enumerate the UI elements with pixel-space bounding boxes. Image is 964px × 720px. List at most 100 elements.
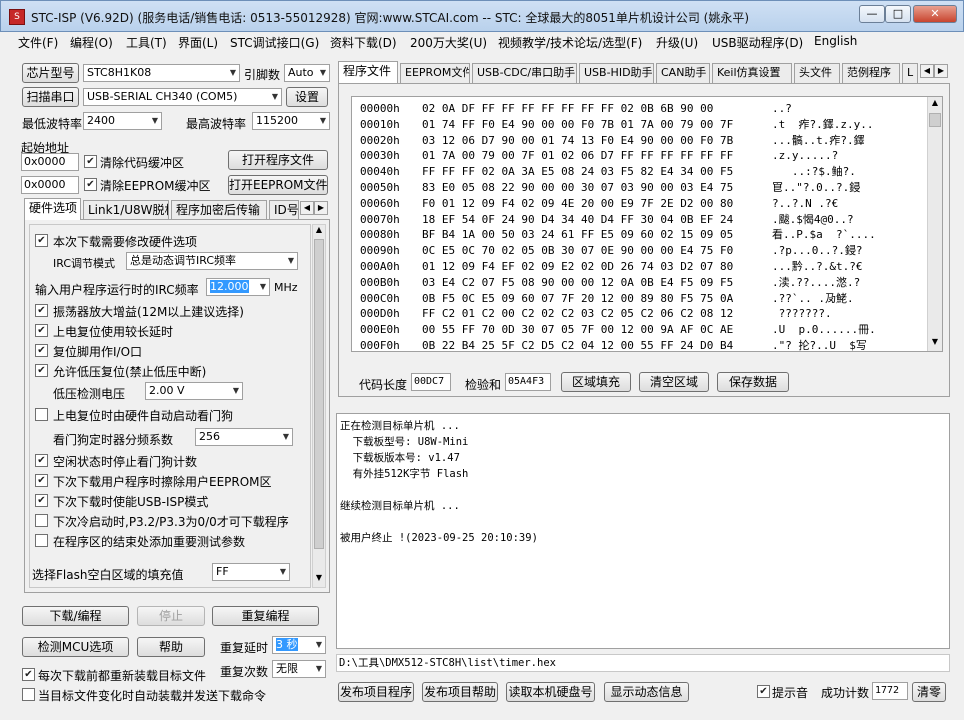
eeprom-start-address-input[interactable]: 0x0000 xyxy=(21,176,79,194)
tab-link1-offline[interactable]: Link1/U8W脱机 xyxy=(83,200,169,220)
code-start-address-input[interactable]: 0x0000 xyxy=(21,153,79,171)
menu-upgrade[interactable]: 升级(U) xyxy=(656,34,698,51)
hex-row-bytes[interactable]: 01 7A 00 79 00 7F 01 02 06 D7 FF FF FF F… xyxy=(422,148,733,164)
tab-scroll-right-icon[interactable]: ▶ xyxy=(314,201,328,215)
hex-row-ascii[interactable]: .z.y.....? xyxy=(772,148,838,164)
hex-row-ascii[interactable]: ...黔..?.&t.?€ xyxy=(772,259,862,275)
tab-can[interactable]: CAN助手 xyxy=(656,63,710,83)
hex-row-ascii[interactable]: .渎.??....滺.? xyxy=(772,275,860,291)
menu-usb-driver[interactable]: USB驱动程序(D) xyxy=(712,34,803,51)
menu-file[interactable]: 文件(F) xyxy=(18,34,58,51)
hex-row-bytes[interactable]: 0C E5 0C 70 02 05 0B 30 07 0E 90 00 00 E… xyxy=(422,243,733,259)
menu-interface[interactable]: 界面(L) xyxy=(178,34,218,51)
repeat-delay-select[interactable]: 3 秒 ▼ xyxy=(272,636,326,654)
tab-examples[interactable]: 范例程序 xyxy=(842,63,900,83)
open-eeprom-file-button[interactable]: 打开EEPROM文件 xyxy=(228,175,328,195)
clear-region-button[interactable]: 清空区域 xyxy=(639,372,709,392)
save-data-button[interactable]: 保存数据 xyxy=(717,372,789,392)
hex-row-bytes[interactable]: 0B F5 0C E5 09 60 07 7F 20 12 00 89 80 F… xyxy=(422,291,733,307)
repeat-count-select[interactable]: 无限 ▼ xyxy=(272,660,326,678)
hex-row-bytes[interactable]: 01 12 09 F4 EF 02 09 E2 02 0D 26 74 03 D… xyxy=(422,259,733,275)
hex-row-bytes[interactable]: 18 EF 54 0F 24 90 D4 34 40 D4 FF 30 04 0… xyxy=(422,212,733,228)
tab-keil[interactable]: Keil仿真设置 xyxy=(712,63,792,83)
hex-scrollbar[interactable]: ▲ ▼ xyxy=(927,97,942,351)
log-panel[interactable]: 正在检测目标单片机 ... 下载板型号: U8W-Mini 下载板版本号: v1… xyxy=(336,413,950,649)
tab-scroll-left-icon[interactable]: ◀ xyxy=(300,201,314,215)
tab-header[interactable]: 头文件 xyxy=(794,63,840,83)
hex-row-ascii[interactable]: ...髇..t.痄?.鐸 xyxy=(772,133,865,149)
lv-detect-select[interactable]: 2.00 V ▼ xyxy=(145,382,243,400)
hex-row-ascii[interactable]: ..:?$.鲉?. xyxy=(772,164,856,180)
menu-program[interactable]: 编程(O) xyxy=(70,34,113,51)
menu-download[interactable]: 资料下载(D) xyxy=(330,34,397,51)
hex-row-ascii[interactable]: .t 痄?.鐸.z.y.. xyxy=(772,117,873,133)
hex-row-ascii[interactable]: 冟.."?.0..?.鋟 xyxy=(772,180,860,196)
port-select[interactable]: USB-SERIAL CH340 (COM5) ▼ xyxy=(83,88,282,106)
reset-io-checkbox[interactable]: ✔ xyxy=(35,344,48,357)
hex-row-bytes[interactable]: BF B4 1A 00 50 03 24 61 FF E5 09 60 02 1… xyxy=(422,227,733,243)
hex-row-ascii[interactable]: ???????. xyxy=(772,306,832,322)
hex-row-bytes[interactable]: FF C2 01 C2 00 C2 02 C2 03 C2 05 C2 06 C… xyxy=(422,306,733,322)
wdt-prescaler-select[interactable]: 256 ▼ xyxy=(195,428,293,446)
hex-row-ascii[interactable]: .?p...0..?.鋟? xyxy=(772,243,862,259)
tab-encrypt[interactable]: 程序加密后传输 xyxy=(171,200,267,220)
cold-start-checkbox[interactable] xyxy=(35,514,48,527)
scroll-up-icon[interactable]: ▲ xyxy=(313,225,325,238)
tab-program-file[interactable]: 程序文件 xyxy=(338,61,398,83)
hex-row-bytes[interactable]: 01 74 FF F0 E4 90 00 00 F0 7B 01 7A 00 7… xyxy=(422,117,733,133)
menu-tools[interactable]: 工具(T) xyxy=(126,34,167,51)
chip-select[interactable]: STC8H1K08 ▼ xyxy=(83,64,240,82)
hex-row-bytes[interactable]: 03 E4 C2 07 F5 08 90 00 00 12 0A 0B E4 F… xyxy=(422,275,733,291)
min-baud-select[interactable]: 2400 ▼ xyxy=(83,112,162,130)
erase-eeprom-checkbox[interactable]: ✔ xyxy=(35,474,48,487)
pins-select[interactable]: Auto ▼ xyxy=(284,64,330,82)
usb-isp-checkbox[interactable]: ✔ xyxy=(35,494,48,507)
hex-row-bytes[interactable]: 03 12 06 D7 90 00 01 74 13 F0 E4 90 00 0… xyxy=(422,133,733,149)
max-baud-select[interactable]: 115200 ▼ xyxy=(252,112,330,130)
wdt-auto-checkbox[interactable] xyxy=(35,408,48,421)
hex-row-bytes[interactable]: 02 0A DF FF FF FF FF FF FF FF 02 0B 6B 9… xyxy=(422,101,713,117)
hex-row-bytes[interactable]: FF FF FF 02 0A 3A E5 08 24 03 F5 82 E4 3… xyxy=(422,164,733,180)
open-program-file-button[interactable]: 打开程序文件 xyxy=(228,150,328,170)
hex-scroll-thumb[interactable] xyxy=(929,113,941,127)
hex-row-ascii[interactable]: 看..P.$a ?`.... xyxy=(772,227,876,243)
options-scrollbar[interactable]: ▲ ▼ xyxy=(312,224,326,588)
hex-row-ascii[interactable]: .颰.$愒4@0..? xyxy=(772,212,854,228)
osc-gain-checkbox[interactable]: ✔ xyxy=(35,304,48,317)
scan-port-button[interactable]: 扫描串口 xyxy=(22,87,79,107)
hex-row-ascii[interactable]: ."?_抡?..U $写 xyxy=(772,338,867,351)
right-tab-scroll-left-icon[interactable]: ◀ xyxy=(920,64,934,78)
modify-hw-checkbox[interactable]: ✔ xyxy=(35,234,48,247)
show-dynamic-info-button[interactable]: 显示动态信息 xyxy=(604,682,689,702)
fill-value-select[interactable]: FF ▼ xyxy=(212,563,290,581)
low-voltage-reset-checkbox[interactable]: ✔ xyxy=(35,364,48,377)
irc-mode-select[interactable]: 总是动态调节IRC频率 ▼ xyxy=(126,252,298,270)
title-bar[interactable]: S STC-ISP (V6.92D) (服务电话/销售电话: 0513-5501… xyxy=(0,0,964,32)
clear-code-checkbox[interactable]: ✔ xyxy=(84,155,97,168)
hex-row-bytes[interactable]: F0 01 12 09 F4 02 09 4E 20 00 E9 7F 2E D… xyxy=(422,196,733,212)
beep-checkbox[interactable]: ✔ xyxy=(757,685,770,698)
repeat-program-button[interactable]: 重复编程 xyxy=(212,606,319,626)
help-button[interactable]: 帮助 xyxy=(137,637,205,657)
clear-count-button[interactable]: 清零 xyxy=(912,682,946,702)
right-tab-scroll-right-icon[interactable]: ▶ xyxy=(934,64,948,78)
chip-type-button[interactable]: 芯片型号 xyxy=(22,63,79,83)
menu-english[interactable]: English xyxy=(814,34,857,48)
scroll-thumb[interactable] xyxy=(314,239,324,549)
hex-scroll-down-icon[interactable]: ▼ xyxy=(928,337,942,349)
read-disk-id-button[interactable]: 读取本机硬盘号 xyxy=(506,682,595,702)
long-delay-checkbox[interactable]: ✔ xyxy=(35,324,48,337)
tab-eeprom-file[interactable]: EEPROM文件 xyxy=(400,63,470,83)
publish-program-button[interactable]: 发布项目程序 xyxy=(338,682,414,702)
detect-mcu-button[interactable]: 检测MCU选项 xyxy=(22,637,129,657)
hex-row-ascii[interactable]: ..? xyxy=(772,101,792,117)
tab-cdc-serial[interactable]: USB-CDC/串口助手 xyxy=(472,63,577,83)
hex-row-ascii[interactable]: .??`.. .夃鮱. xyxy=(772,291,854,307)
auto-load-checkbox[interactable] xyxy=(22,688,35,701)
tab-hid[interactable]: USB-HID助手 xyxy=(579,63,654,83)
maximize-button[interactable]: □ xyxy=(885,5,911,23)
hex-editor[interactable]: 00000h 02 0A DF FF FF FF FF FF FF FF 02 0… xyxy=(351,96,943,352)
stop-button[interactable]: 停止 xyxy=(137,606,205,626)
hex-row-bytes[interactable]: 83 E0 05 08 22 90 00 00 30 07 03 90 00 0… xyxy=(422,180,733,196)
menu-video[interactable]: 视频教学/技术论坛/选型(F) xyxy=(498,34,642,51)
